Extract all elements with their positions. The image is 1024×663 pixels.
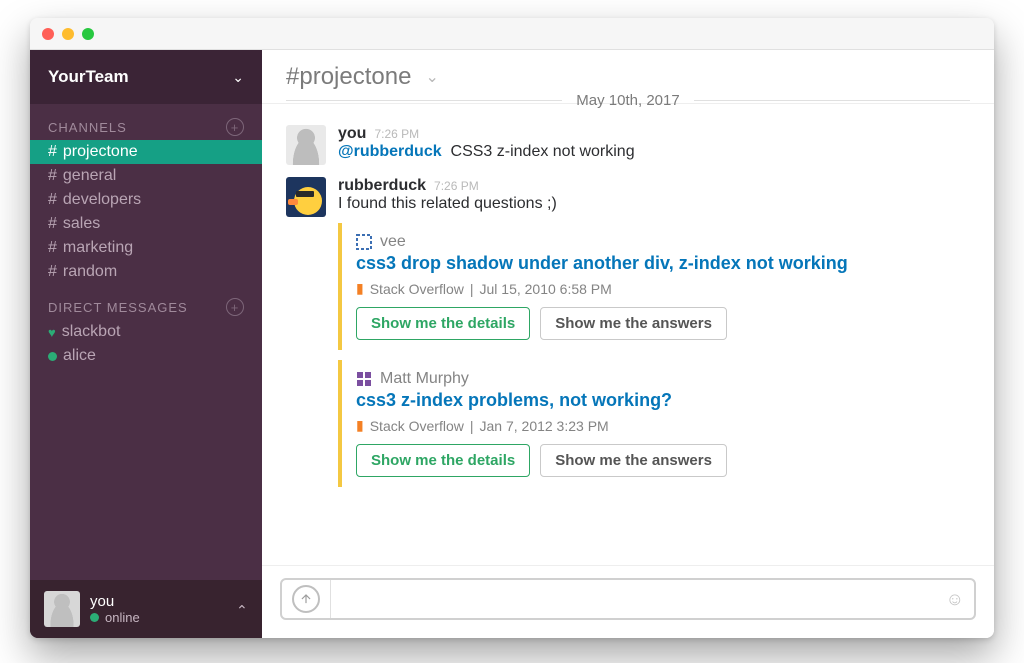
dms-header: DIRECT MESSAGES + <box>30 284 262 320</box>
chevron-up-icon: ⌄ <box>236 601 248 618</box>
titlebar <box>30 18 994 50</box>
divider-date: May 10th, 2017 <box>562 92 693 109</box>
channel-title: #projectone <box>286 63 411 91</box>
show-answers-button[interactable]: Show me the answers <box>540 444 727 477</box>
message-author[interactable]: rubberduck <box>338 177 426 195</box>
avatar[interactable] <box>286 125 326 165</box>
message-time: 7:26 PM <box>374 127 419 141</box>
attachment: Matt Murphy css3 z-index problems, not w… <box>338 360 970 487</box>
chevron-down-icon[interactable]: ⌄ <box>425 67 438 87</box>
message-time: 7:26 PM <box>434 179 479 193</box>
current-user-status: online <box>90 610 140 625</box>
channel-list: # projectone # general # developers # sa… <box>30 140 262 284</box>
show-details-button[interactable]: Show me the details <box>356 444 530 477</box>
show-answers-button[interactable]: Show me the answers <box>540 307 727 340</box>
avatar[interactable] <box>286 177 326 217</box>
add-dm-icon[interactable]: + <box>226 298 244 316</box>
app-window: YourTeam ⌄ CHANNELS + # projectone # gen… <box>30 18 994 638</box>
message-list[interactable]: you 7:26 PM @rubberduck CSS3 z-index not… <box>262 113 994 565</box>
emoji-icon[interactable]: ☺ <box>946 589 964 610</box>
message-input[interactable] <box>330 580 936 618</box>
sidebar-channel-random[interactable]: # random <box>30 260 262 284</box>
current-user-name: you <box>90 593 140 610</box>
author-icon <box>356 371 372 387</box>
message-text: I found this related questions ;) <box>338 195 970 213</box>
sidebar-channel-developers[interactable]: # developers <box>30 188 262 212</box>
message-text: @rubberduck CSS3 z-index not working <box>338 143 970 161</box>
sidebar: YourTeam ⌄ CHANNELS + # projectone # gen… <box>30 50 262 638</box>
sidebar-dm-alice[interactable]: alice <box>30 344 262 368</box>
presence-icon <box>48 352 57 361</box>
composer: ☺ <box>262 565 994 638</box>
sidebar-dm-slackbot[interactable]: ♥slackbot <box>30 320 262 344</box>
attachment-author: Matt Murphy <box>380 370 469 388</box>
add-channel-icon[interactable]: + <box>226 118 244 136</box>
minimize-icon[interactable] <box>62 28 74 40</box>
presence-icon <box>90 613 99 622</box>
message: rubberduck 7:26 PM I found this related … <box>274 171 982 493</box>
attachment-author: vee <box>380 233 406 251</box>
date-divider: May 10th, 2017 <box>262 92 994 109</box>
sidebar-channel-marketing[interactable]: # marketing <box>30 236 262 260</box>
sidebar-channel-sales[interactable]: # sales <box>30 212 262 236</box>
team-name: YourTeam <box>48 67 129 87</box>
avatar <box>44 591 80 627</box>
attach-icon[interactable] <box>292 585 320 613</box>
message-author[interactable]: you <box>338 125 366 143</box>
sidebar-channel-general[interactable]: # general <box>30 164 262 188</box>
sidebar-channel-projectone[interactable]: # projectone <box>30 140 262 164</box>
dm-list: ♥slackbot alice <box>30 320 262 368</box>
message: you 7:26 PM @rubberduck CSS3 z-index not… <box>274 119 982 171</box>
composer-box[interactable]: ☺ <box>280 578 976 620</box>
chevron-down-icon: ⌄ <box>232 69 244 86</box>
channels-header: CHANNELS + <box>30 104 262 140</box>
zoom-icon[interactable] <box>82 28 94 40</box>
mention[interactable]: @rubberduck <box>338 143 442 160</box>
team-switcher[interactable]: YourTeam ⌄ <box>30 50 262 104</box>
heart-icon: ♥ <box>48 326 56 339</box>
stackoverflow-icon: ▮ <box>356 280 364 297</box>
attachment-source: Stack Overflow <box>370 281 464 297</box>
attachment-meta: Jan 7, 2012 3:23 PM <box>480 418 609 434</box>
sidebar-footer[interactable]: you online ⌄ <box>30 580 262 638</box>
attachment-source: Stack Overflow <box>370 418 464 434</box>
channels-label: CHANNELS <box>48 120 127 135</box>
attachment-title[interactable]: css3 z-index problems, not working? <box>356 390 956 411</box>
attachment-title[interactable]: css3 drop shadow under another div, z-in… <box>356 253 956 274</box>
close-icon[interactable] <box>42 28 54 40</box>
attachment-meta: Jul 15, 2010 6:58 PM <box>480 281 612 297</box>
show-details-button[interactable]: Show me the details <box>356 307 530 340</box>
stackoverflow-icon: ▮ <box>356 417 364 434</box>
author-icon <box>356 234 372 250</box>
main-pane: #projectone ⌄ May 10th, 2017 you 7:26 PM <box>262 50 994 638</box>
attachment: vee css3 drop shadow under another div, … <box>338 223 970 350</box>
dms-label: DIRECT MESSAGES <box>48 300 188 315</box>
